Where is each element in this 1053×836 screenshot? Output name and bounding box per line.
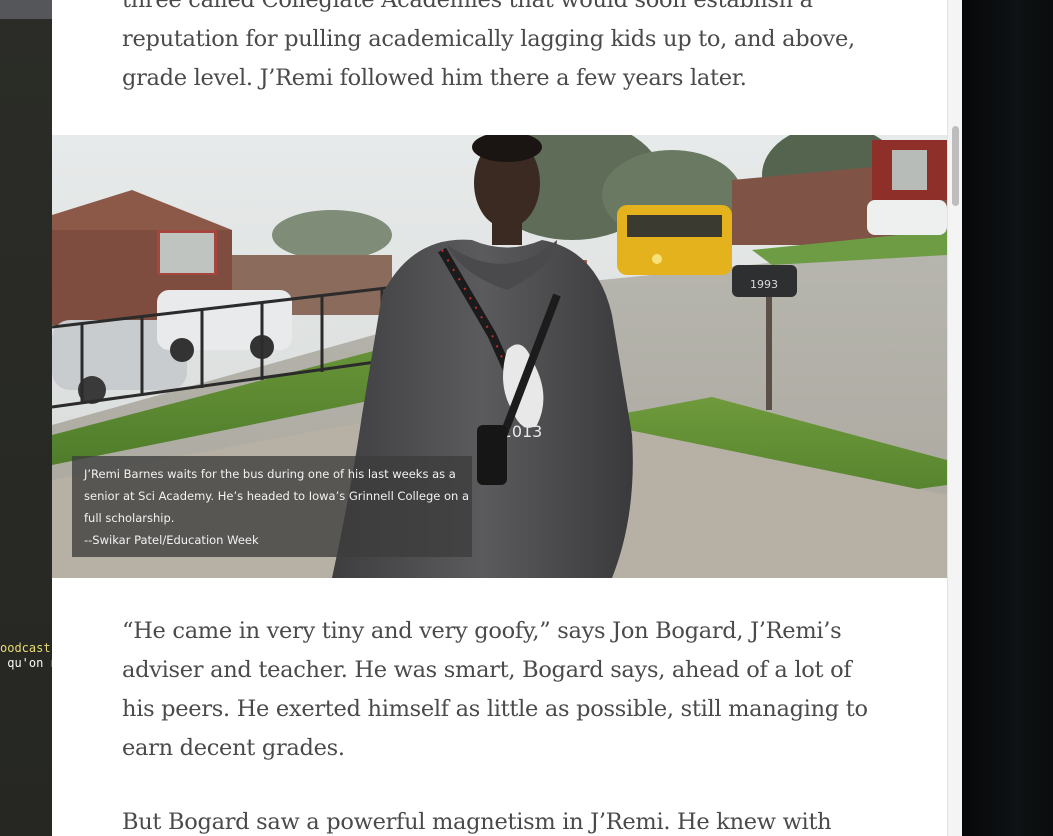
- article-paragraph: But Bogard saw a powerful magnetism in J…: [122, 803, 882, 836]
- background-editor-window: oodcast- qu'on n: [0, 0, 58, 836]
- paragraph-line: grade level. J’Remi followed him there a…: [122, 65, 747, 91]
- caption-line: J’Remi Barnes waits for the bus during o…: [84, 467, 456, 481]
- paragraph-line: his peers. He exerted himself as little …: [122, 696, 868, 722]
- photo-credit: --Swikar Patel/Education Week: [84, 533, 259, 547]
- paragraph-line: “He came in very tiny and very goofy,” s…: [122, 618, 842, 644]
- article-page: three called Collegiate Academies that w…: [52, 0, 947, 836]
- vertical-scrollbar[interactable]: [947, 0, 962, 836]
- paragraph-line: three called Collegiate Academies that w…: [122, 0, 813, 13]
- caption-line: senior at Sci Academy. He’s headed to Io…: [84, 489, 470, 503]
- code-line: oodcast-: [0, 641, 58, 655]
- article-paragraph: “He came in very tiny and very goofy,” s…: [122, 612, 882, 768]
- paragraph-line: But Bogard saw a powerful magnetism in J…: [122, 809, 832, 835]
- paragraph-line: adviser and teacher. He was smart, Bogar…: [122, 657, 852, 683]
- scrollbar-thumb[interactable]: [952, 126, 959, 206]
- paragraph-line: reputation for pulling academically lagg…: [122, 26, 855, 52]
- desktop-background: [962, 0, 1053, 836]
- article-photo: 1993 2013 J’Remi Barnes waits for the bu…: [52, 135, 947, 578]
- mailbox-number: 1993: [750, 278, 778, 291]
- code-line: qu'on n: [0, 656, 58, 670]
- paragraph-line: earn decent grades.: [122, 735, 345, 761]
- article-paragraph: three called Collegiate Academies that w…: [122, 0, 882, 98]
- photo-caption: J’Remi Barnes waits for the bus during o…: [72, 456, 472, 557]
- editor-titlebar: [0, 0, 52, 19]
- caption-line: full scholarship.: [84, 511, 175, 525]
